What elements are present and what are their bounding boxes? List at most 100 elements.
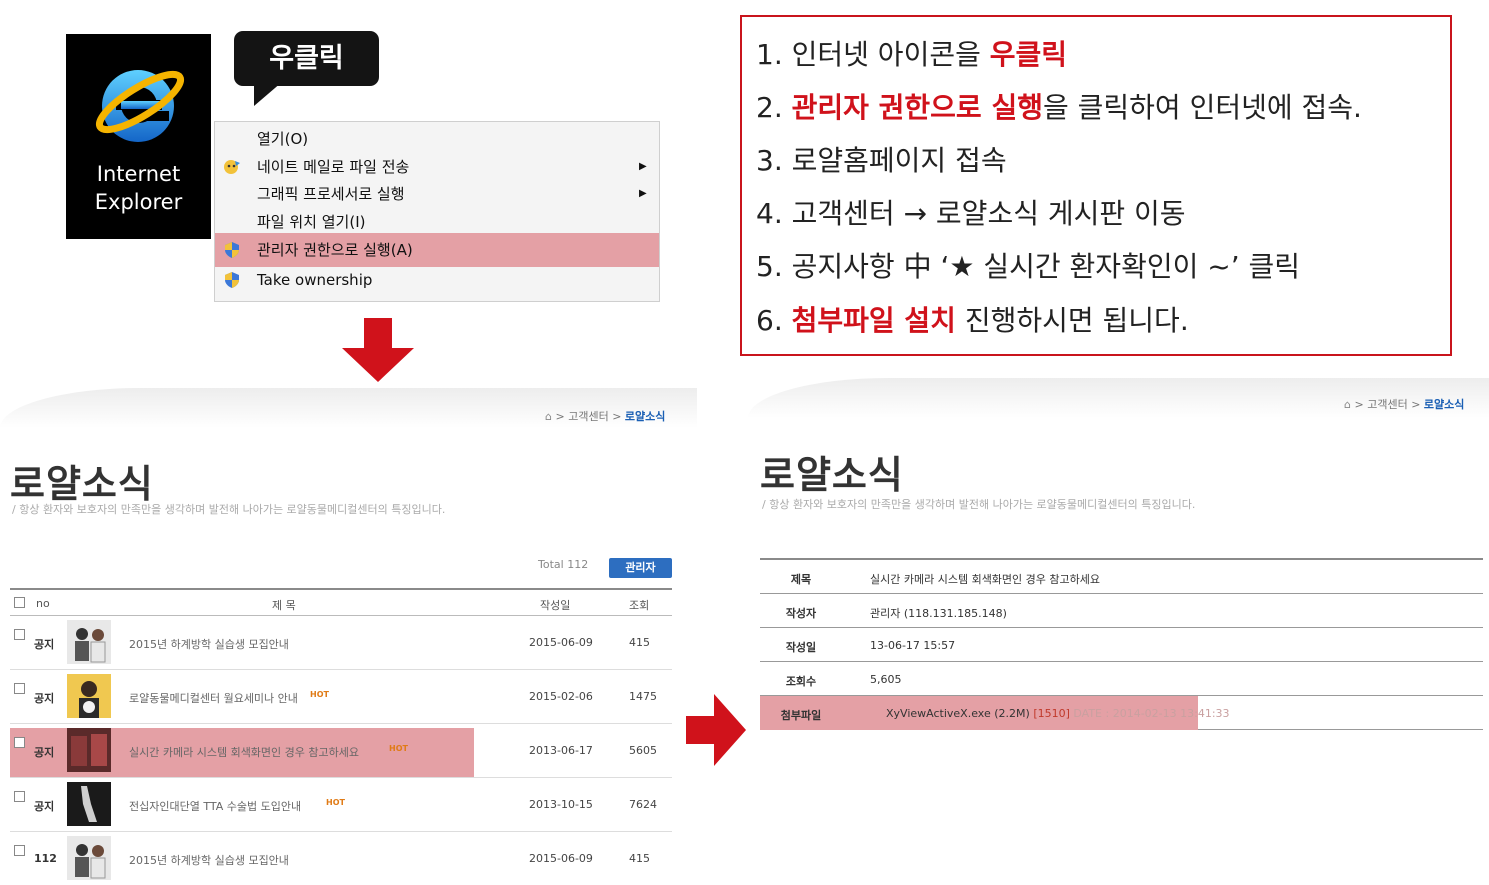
col-date: 작성일 <box>540 599 571 612</box>
row-views: 5605 <box>629 744 657 757</box>
submenu-arrow-icon: ▶ <box>639 188 647 199</box>
row-title[interactable]: 2015년 하계방학 실습생 모집안내 <box>129 852 289 868</box>
row-checkbox[interactable] <box>14 629 25 640</box>
post-date: 13-06-17 15:57 <box>870 639 956 652</box>
post-detail-screenshot: ⌂ > 고객센터 > 로얄소식 로얄소식 / 항상 환자와 보호자의 만족만을 … <box>748 378 1489 758</box>
row-no: 공지 <box>34 692 55 705</box>
step-6: 6. 첨부파일 설치 진행하시면 됩니다. <box>756 303 1189 339</box>
uac-shield-icon <box>225 272 239 288</box>
post-thumbnail <box>67 782 111 826</box>
row-views: 415 <box>629 852 650 865</box>
col-title: 제 목 <box>272 599 296 612</box>
table-row[interactable]: 공지 로얄동물메디컬센터 월요세미나 안내 HOT 2015-02-06 147… <box>10 670 672 724</box>
breadcrumb: ⌂ > 고객센터 > 로얄소식 <box>1344 396 1464 412</box>
post-thumbnail <box>67 836 111 880</box>
step-text: 고객센터 → 로얄소식 게시판 이동 <box>791 197 1186 230</box>
attachment-date: DATE : 2014-02-13 13:41:33 <box>1073 707 1230 720</box>
home-icon[interactable]: ⌂ <box>545 410 552 423</box>
menu-item-label: 열기(O) <box>257 130 309 148</box>
breadcrumb-current[interactable]: 로얄소식 <box>625 410 665 423</box>
post-thumbnail <box>67 620 111 664</box>
board-table-header: no 제 목 작성일 조회 <box>10 588 672 616</box>
step-text: 인터넷 아이콘을 <box>791 38 990 71</box>
context-menu-item-nate-mail[interactable]: 네이트 메일로 파일 전송 ▶ <box>215 153 659 181</box>
step-text: 로얄홈페이지 접속 <box>791 144 1007 177</box>
hot-badge: HOT <box>326 798 345 807</box>
home-icon[interactable]: ⌂ <box>1344 398 1351 411</box>
step-text: 을 클릭하여 인터넷에 접속. <box>1042 91 1362 124</box>
step-4: 4. 고객센터 → 로얄소식 게시판 이동 <box>756 196 1186 232</box>
hot-badge: HOT <box>389 744 408 753</box>
field-label: 조회수 <box>785 675 817 688</box>
menu-item-label: 네이트 메일로 파일 전송 <box>257 158 410 176</box>
breadcrumb-parent[interactable]: 고객센터 <box>1367 398 1407 411</box>
table-row[interactable]: 공지 2015년 하계방학 실습생 모집안내 2015-06-09 415 <box>10 616 672 670</box>
row-title[interactable]: 전십자인대단열 TTA 수술법 도입안내 <box>129 798 301 814</box>
breadcrumb-current[interactable]: 로얄소식 <box>1424 398 1464 411</box>
ie-label-line2: Explorer <box>94 190 183 214</box>
attachment-link[interactable]: XyViewActiveX.exe (2.2M) [1510] DATE : 2… <box>886 707 1230 720</box>
board-list-screenshot: ⌂ > 고객센터 > 로얄소식 로얄소식 / 항상 환자와 보호자의 만족만을 … <box>0 388 697 885</box>
post-subject: 실시간 카메라 시스템 회색화면인 경우 참고하세요 <box>870 573 1101 586</box>
context-menu-item-take-ownership[interactable]: Take ownership <box>215 266 659 294</box>
row-title[interactable]: 실시간 카메라 시스템 회색화면인 경우 참고하세요 <box>129 744 359 760</box>
row-checkbox[interactable] <box>14 791 25 802</box>
step-2: 2. 관리자 권한으로 실행을 클릭하여 인터넷에 접속. <box>756 90 1362 126</box>
attachment-filename[interactable]: XyViewActiveX.exe <box>886 707 991 720</box>
uac-shield-icon <box>225 242 239 258</box>
context-menu-item-gpu-run[interactable]: 그래픽 프로세서로 실행 ▶ <box>215 180 659 208</box>
post-detail-table: 제목 실시간 카메라 시스템 회색화면인 경우 참고하세요 작성자 관리자 (1… <box>760 558 1483 730</box>
table-row-selected[interactable]: 공지 실시간 카메라 시스템 회색화면인 경우 참고하세요 HOT 2013-0… <box>10 724 672 778</box>
ie-e-logo-icon <box>95 70 185 142</box>
attachment-size: (2.2M) <box>994 707 1030 720</box>
row-views: 415 <box>629 636 650 649</box>
page-subtitle: / 항상 환자와 보호자의 만족만을 생각하며 발전해 나아가는 로얄동물메디컬… <box>762 498 1196 511</box>
field-label: 작성자 <box>785 607 817 620</box>
row-checkbox[interactable] <box>14 845 25 856</box>
field-label: 제목 <box>790 573 812 586</box>
internet-explorer-icon[interactable]: Internet Explorer <box>66 34 211 239</box>
detail-row-date: 작성일 13-06-17 15:57 <box>760 628 1483 662</box>
hot-badge: HOT <box>310 690 329 699</box>
breadcrumb-parent[interactable]: 고객센터 <box>568 410 608 423</box>
menu-item-label: 관리자 권한으로 실행(A) <box>257 241 413 259</box>
row-checkbox[interactable] <box>14 683 25 694</box>
attachment-download-count: [1510] <box>1033 707 1070 720</box>
breadcrumb-separator: > <box>612 410 622 423</box>
breadcrumb-separator: > <box>1411 398 1421 411</box>
post-thumbnail <box>67 728 111 772</box>
row-no: 공지 <box>34 746 55 759</box>
col-no: no <box>36 597 50 610</box>
instruction-steps-box: 1. 인터넷 아이콘을 우클릭 2. 관리자 권한으로 실행을 클릭하여 인터넷… <box>740 15 1452 356</box>
admin-button[interactable]: 관리자 <box>609 558 672 578</box>
table-row[interactable]: 112 2015년 하계방학 실습생 모집안내 2015-06-09 415 <box>10 832 672 885</box>
context-menu: 열기(O) 네이트 메일로 파일 전송 ▶ 그래픽 프로세서로 실행 ▶ 파일 … <box>214 121 660 302</box>
row-checkbox[interactable] <box>14 737 25 748</box>
nate-mail-icon <box>224 160 240 174</box>
field-label: 작성일 <box>785 641 817 654</box>
step-5: 5. 공지사항 中 ‘★ 실시간 환자확인이 ~’ 클릭 <box>756 249 1300 285</box>
post-thumbnail <box>67 674 111 718</box>
field-label: 첨부파일 <box>780 709 822 722</box>
context-menu-item-run-as-admin[interactable]: 관리자 권한으로 실행(A) <box>215 233 659 267</box>
context-menu-item-open[interactable]: 열기(O) <box>215 125 659 153</box>
callout-tail <box>254 82 282 106</box>
detail-row-subject: 제목 실시간 카메라 시스템 회색화면인 경우 참고하세요 <box>760 560 1483 594</box>
post-views: 5,605 <box>870 673 902 686</box>
row-date: 2015-06-09 <box>529 636 593 649</box>
select-all-checkbox[interactable] <box>14 597 25 608</box>
breadcrumb-separator: > <box>1354 398 1364 411</box>
row-date: 2015-02-06 <box>529 690 593 703</box>
step-3: 3. 로얄홈페이지 접속 <box>756 143 1007 179</box>
step-highlight: 관리자 권한으로 실행 <box>791 91 1043 124</box>
step-number: 5. <box>756 250 792 283</box>
post-author: 관리자 (118.131.185.148) <box>870 607 1007 620</box>
row-title[interactable]: 2015년 하계방학 실습생 모집안내 <box>129 636 289 652</box>
table-row[interactable]: 공지 전십자인대단열 TTA 수술법 도입안내 HOT 2013-10-15 7… <box>10 778 672 832</box>
menu-item-label: Take ownership <box>257 271 373 289</box>
row-title[interactable]: 로얄동물메디컬센터 월요세미나 안내 <box>129 690 298 706</box>
menu-item-label: 그래픽 프로세서로 실행 <box>257 185 405 203</box>
context-menu-item-open-location[interactable]: 파일 위치 열기(I) <box>215 208 659 236</box>
breadcrumb: ⌂ > 고객센터 > 로얄소식 <box>545 408 665 424</box>
step-text: 공지사항 中 ‘★ 실시간 환자확인이 ~’ 클릭 <box>791 250 1301 283</box>
